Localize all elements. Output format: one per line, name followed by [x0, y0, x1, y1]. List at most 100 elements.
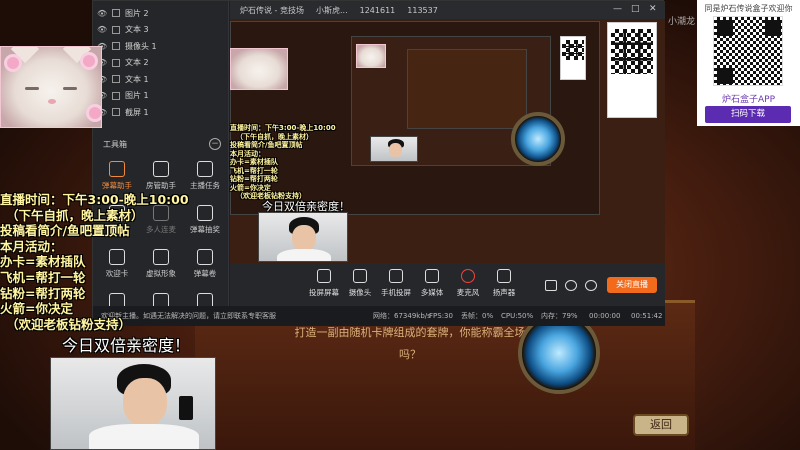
status-fps: FPS:30 — [429, 312, 453, 320]
title-tab[interactable]: 小斯虎... — [316, 5, 348, 16]
bottom-tool-label: 投屏屏幕 — [309, 288, 339, 297]
live-info-line: 办卡=素材插队 — [230, 158, 278, 166]
toolbox-item-label: 弹幕助手 — [102, 181, 132, 190]
live-info-line: 本月活动： — [230, 149, 265, 158]
bottom-tool-label: 麦克风 — [456, 288, 480, 297]
nested-app-promo — [607, 22, 657, 118]
live-info-line: （下午自抓，晚上素材） — [6, 207, 144, 223]
minimize-icon[interactable]: — — [613, 4, 622, 14]
scene-item[interactable]: 👁 截屏 1 — [97, 104, 225, 120]
status-lost: 丢帧：0% — [461, 312, 494, 320]
lock-checkbox[interactable] — [112, 9, 120, 17]
scene-item[interactable]: 👁 文本 1 — [97, 71, 225, 87]
tool-icon — [497, 269, 511, 283]
live-time: 00:51:42 — [631, 312, 663, 320]
live-schedule-info: 直播时间：下午3:00-晚上10:00 （下午自抓，晚上素材） 投稿看简介/鱼吧置顶… — [0, 192, 200, 332]
arena-portal — [511, 112, 565, 166]
scene-item-label: 截屏 1 — [125, 107, 149, 117]
lock-checkbox[interactable] — [112, 25, 120, 34]
app-title: 炉石盒子APP — [721, 95, 775, 105]
lock-checkbox[interactable] — [112, 91, 120, 100]
visibility-eye-icon[interactable]: 👁 — [97, 25, 107, 34]
qr-code-icon — [713, 16, 783, 86]
live-info-line: 办卡=素材插队 — [0, 254, 86, 270]
scene-item[interactable]: 👁 文本 3 — [97, 22, 225, 38]
streamer-webcam — [50, 357, 216, 450]
lock-checkbox[interactable] — [112, 108, 120, 116]
tool-icon — [389, 269, 403, 283]
bottom-tool[interactable]: 扬声器 — [482, 269, 526, 298]
live-info-line: 火箭=你决定 — [0, 301, 73, 317]
status-cpu: CPU:50% — [501, 312, 534, 320]
live-info-line: 投稿看简介/鱼吧置顶帖 — [230, 141, 303, 149]
collapse-icon[interactable]: − — [209, 138, 221, 150]
tool-icon — [353, 269, 367, 283]
live-info-line: 本月活动： — [0, 238, 63, 254]
scene-item-label: 文本 2 — [125, 58, 149, 67]
lock-checkbox[interactable] — [112, 58, 120, 67]
lock-checkbox[interactable] — [112, 75, 120, 83]
live-info-line: 钻粉=帮打两轮 — [0, 285, 86, 301]
back-button[interactable]: 返回 — [633, 414, 689, 436]
stream-frame: 打造一副由随机卡牌组成的套牌，你能称霸全场吗？ 返回 👁 图片 2 👁 文本 3 👁 摄像… — [0, 0, 800, 450]
microphone-icon — [461, 269, 475, 283]
tool-icon — [425, 269, 439, 283]
live-info-line: 飞机=帮打一轮 — [230, 166, 278, 175]
scene-item[interactable]: 👁 图片 1 — [97, 88, 225, 104]
tool-icon — [197, 161, 213, 177]
visibility-eye-icon[interactable]: 👁 — [97, 9, 107, 18]
nested-cat-image — [356, 44, 386, 68]
record-time: 00:00:00 — [589, 312, 621, 320]
live-info-line: （下午自抓，晚上素材） — [236, 132, 313, 141]
scene-item[interactable]: 👁 图片 2 — [97, 5, 225, 21]
live-info-line: 钻粉=帮打两轮 — [230, 175, 278, 183]
settings-gear-icon[interactable] — [585, 280, 597, 291]
toolbox-title: 工具箱 — [103, 140, 127, 149]
live-info-line: 直播时间：下午3:00-晚上10:00 — [0, 192, 189, 207]
tool-icon — [109, 161, 125, 177]
preview-eye-icon[interactable] — [565, 280, 577, 291]
bottom-tool-label: 手机投屏 — [381, 288, 411, 297]
nested-webcam — [258, 212, 348, 262]
watermark: 小潮龙 — [668, 17, 696, 27]
tool-icon — [317, 269, 331, 283]
live-info-line: （欢迎老板钻粉支持） — [6, 316, 132, 332]
cat-image — [0, 46, 102, 128]
bottom-tool-label: 多媒体 — [420, 288, 444, 297]
download-button[interactable]: 扫码下载 — [705, 106, 791, 123]
bottom-tool-label: 扬声器 — [492, 288, 516, 297]
status-mem: 内存：79% — [541, 312, 578, 320]
title-tab: 113537 — [407, 5, 438, 15]
scene-item[interactable]: 👁 文本 2 — [97, 55, 225, 71]
tool-icon — [153, 161, 169, 177]
live-info-line: 火箭=你决定 — [230, 183, 271, 192]
scene-item[interactable]: 👁 摄像头 1 — [97, 38, 225, 54]
maximize-icon[interactable]: □ — [631, 4, 640, 14]
title-tab: 1241611 — [359, 5, 396, 15]
double-intimacy-banner: 今日双倍亲密度！ — [62, 336, 191, 355]
nested-cat-image — [230, 48, 288, 90]
scene-item-label: 摄像头 1 — [125, 41, 157, 51]
live-info-line: 投稿看简介/鱼吧置顶帖 — [0, 223, 130, 239]
app-promo-panel: 同是炉石传说盒子欢迎你 炉石盒子APP 扫码下载 — [697, 0, 800, 126]
nested-app-promo — [560, 36, 586, 80]
live-info-line: 飞机=帮打一轮 — [0, 269, 86, 285]
toolbox-item-label: 房管助手 — [146, 181, 176, 190]
live-info-line: 直播时间：下午3:00-晚上10:00 — [230, 124, 336, 132]
status-net: 网络：67349kb/s — [373, 312, 431, 320]
app-promo-header: 同是炉石传说盒子欢迎你 — [704, 4, 793, 13]
camera-toggle-icon[interactable] — [545, 280, 557, 291]
nested-preview-deep — [407, 49, 527, 129]
toolbox-item-label: 主播任务 — [190, 181, 220, 190]
scene-item-label: 文本 3 — [125, 25, 149, 34]
nested-live-info: 直播时间：下午3:00-晚上10:00 （下午自抓，晚上素材） 投稿看简介/鱼吧置顶… — [230, 124, 350, 201]
scene-item-label: 文本 1 — [125, 74, 149, 84]
preview-titlebar: 炉石传说 - 竞技场 小斯虎... 1241611 113537 — [230, 1, 665, 19]
lock-checkbox[interactable] — [112, 42, 120, 50]
bottom-tool-label: 摄像头 — [348, 288, 372, 297]
scene-item-label: 图片 1 — [125, 91, 149, 100]
close-live-button[interactable]: 关闭直播 — [607, 277, 657, 293]
title-tab[interactable]: 炉石传说 - 竞技场 — [240, 5, 304, 16]
nested-webcam-small — [370, 136, 418, 162]
close-icon[interactable]: ✕ — [649, 4, 657, 14]
